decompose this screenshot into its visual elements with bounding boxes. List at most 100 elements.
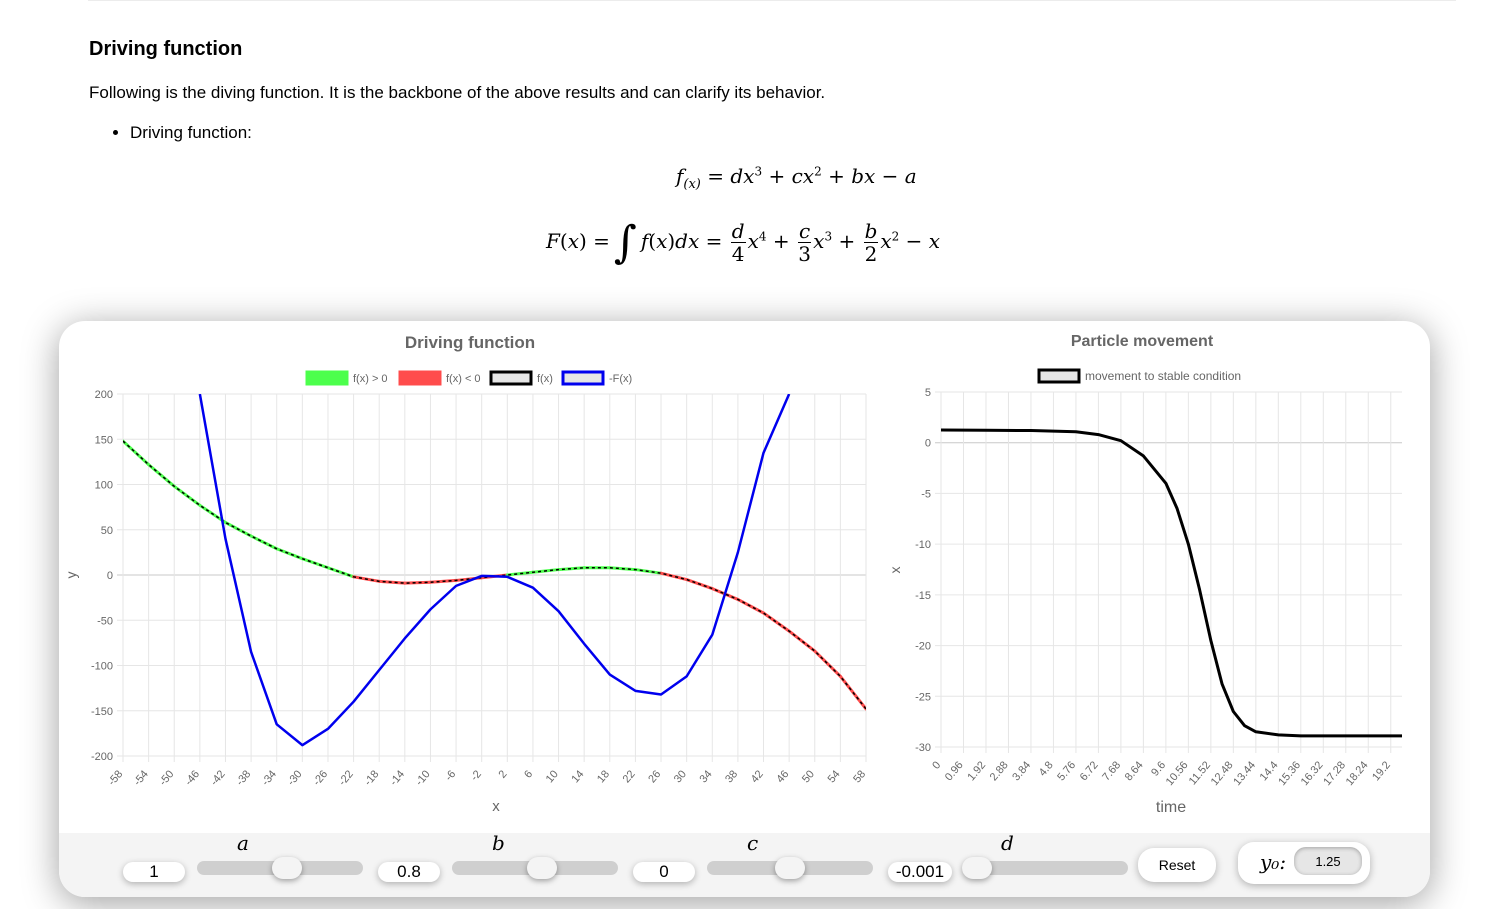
bullet-list: Driving function: — [108, 123, 252, 143]
legend-swatch — [561, 370, 605, 386]
y-tick-label: -30 — [915, 742, 931, 754]
x-tick-label: 4.8 — [1037, 759, 1056, 778]
x-axis-label: x — [492, 798, 500, 815]
x-tick-label: 3.84 — [1010, 759, 1033, 783]
x-tick-label: 50 — [800, 768, 817, 785]
x-tick-label: 38 — [723, 768, 740, 785]
charts-svg: Driving function f(x) > 0 f(x) < 0 f(x) -F(… — [63, 333, 1402, 816]
y-tick-labels: 5 0 -5 -10 -15 -20 -25 -30 — [915, 387, 931, 754]
param-c-input[interactable] — [633, 862, 695, 882]
reset-button[interactable]: Reset — [1138, 848, 1216, 882]
movement-line — [940, 428, 1402, 738]
particle-movement-chart: Particle movement movement to stable con… — [887, 333, 1402, 816]
chart-legend: f(x) > 0 f(x) < 0 f(x) -F(x) — [305, 370, 632, 386]
slider-thumb[interactable] — [962, 857, 992, 879]
chart-grid — [935, 391, 1402, 753]
x-tick-label: -50 — [157, 768, 176, 788]
legend-label: f(x) — [537, 373, 553, 385]
y-tick-label: 5 — [925, 387, 931, 399]
x-tick-label: 30 — [672, 768, 689, 785]
y-tick-labels: 200 150 100 50 0 -50 -100 -150 -200 — [91, 389, 113, 763]
f-sign-segment — [147, 463, 176, 488]
chart-series — [940, 428, 1402, 738]
legend-label: f(x) > 0 — [353, 373, 388, 385]
bullet-driving-function: Driving function: — [130, 123, 252, 143]
param-a-slider[interactable] — [197, 857, 363, 879]
y-tick-label: 200 — [95, 389, 113, 401]
y-tick-label: -200 — [91, 751, 113, 763]
y-tick-label: 0 — [107, 570, 113, 582]
x-tick-label: -54 — [132, 768, 151, 788]
x-tick-label: -42 — [208, 768, 227, 788]
y-axis-label: y — [63, 572, 79, 579]
param-d-input[interactable] — [888, 862, 952, 882]
x-tick-label: -38 — [234, 768, 253, 788]
x-tick-label: 42 — [749, 768, 766, 785]
x-tick-label: 34 — [698, 768, 715, 785]
y-tick-label: 0 — [925, 438, 931, 450]
chart-title: Particle movement — [1071, 333, 1214, 350]
x-tick-label: -30 — [285, 768, 304, 788]
control-bar: a b c d Reset y₀: — [59, 831, 1430, 897]
x-tick-label: 58 — [851, 768, 868, 785]
legend-swatch — [1037, 368, 1081, 384]
x-tick-label: -10 — [413, 768, 432, 788]
x-tick-label: 6 — [522, 768, 535, 780]
y-tick-label: -150 — [91, 706, 113, 718]
x-tick-label: 1.92 — [965, 759, 988, 783]
slider-thumb[interactable] — [775, 857, 805, 879]
x-tick-label: 6.72 — [1078, 759, 1101, 783]
y-axis-label: x — [887, 567, 903, 574]
y-tick-label: -50 — [97, 615, 113, 627]
x-tick-labels: -58 -54 -50 -46 -42 -38 -34 -30 -26 -22 -18 -14 -10-… — [106, 768, 868, 788]
x-tick-label: 0.96 — [943, 759, 966, 783]
x-tick-label: 54 — [826, 768, 843, 785]
y0-input[interactable] — [1294, 847, 1362, 875]
y-tick-label: -15 — [915, 590, 931, 602]
slider-thumb[interactable] — [271, 857, 302, 879]
x-tick-label: 0 — [930, 759, 943, 771]
param-b-slider[interactable] — [452, 857, 618, 879]
x-tick-label: -34 — [260, 768, 279, 788]
x-tick-label: 22 — [621, 768, 638, 785]
y-tick-label: 50 — [101, 525, 113, 537]
x-tick-label: 7.68 — [1100, 759, 1123, 783]
legend-label: -F(x) — [609, 373, 632, 385]
x-tick-label: -2 — [469, 768, 484, 783]
f-sign-segment — [813, 649, 842, 678]
y0-panel: y₀: — [1238, 842, 1370, 884]
section-title: Driving function — [89, 38, 243, 60]
y-tick-label: -20 — [915, 641, 931, 653]
chart-legend: movement to stable condition — [1037, 368, 1241, 384]
legend-swatch — [489, 370, 533, 386]
param-c-slider[interactable] — [707, 857, 873, 879]
param-d-slider[interactable] — [962, 857, 1128, 879]
y0-label: y₀: — [1260, 850, 1287, 874]
param-b-input[interactable] — [378, 862, 440, 882]
neg-F-line — [198, 394, 791, 747]
x-tick-label: 18.24 — [1344, 759, 1371, 788]
x-tick-label: -46 — [183, 768, 202, 788]
y-tick-label: -5 — [921, 488, 931, 500]
param-b-label: b — [492, 831, 505, 855]
x-tick-label: 19.2 — [1370, 759, 1393, 783]
x-tick-label: 10.56 — [1164, 759, 1191, 788]
x-tick-labels: 0 0.96 1.92 2.88 3.84 4.8 5.76 6.72 7.68 8.64 9.61… — [930, 759, 1393, 788]
chart-series — [123, 394, 866, 747]
x-tick-label: 13.44 — [1231, 759, 1258, 788]
param-a-input[interactable] — [123, 862, 185, 882]
y-tick-label: -25 — [915, 691, 931, 703]
x-tick-label: 12.48 — [1209, 759, 1236, 788]
x-tick-label: 26 — [646, 768, 663, 785]
param-c-label: c — [747, 831, 759, 855]
x-tick-label: 2 — [496, 768, 509, 780]
x-tick-label: 2.88 — [988, 759, 1011, 783]
f-sign-segment — [123, 439, 151, 467]
x-tick-label: -26 — [311, 768, 330, 788]
x-tick-label: -14 — [388, 768, 407, 788]
x-tick-label: 8.64 — [1123, 759, 1146, 783]
x-tick-label: 46 — [774, 768, 791, 785]
x-tick-label: -6 — [443, 768, 458, 783]
x-tick-label: 11.52 — [1187, 759, 1213, 787]
slider-thumb[interactable] — [526, 857, 557, 879]
